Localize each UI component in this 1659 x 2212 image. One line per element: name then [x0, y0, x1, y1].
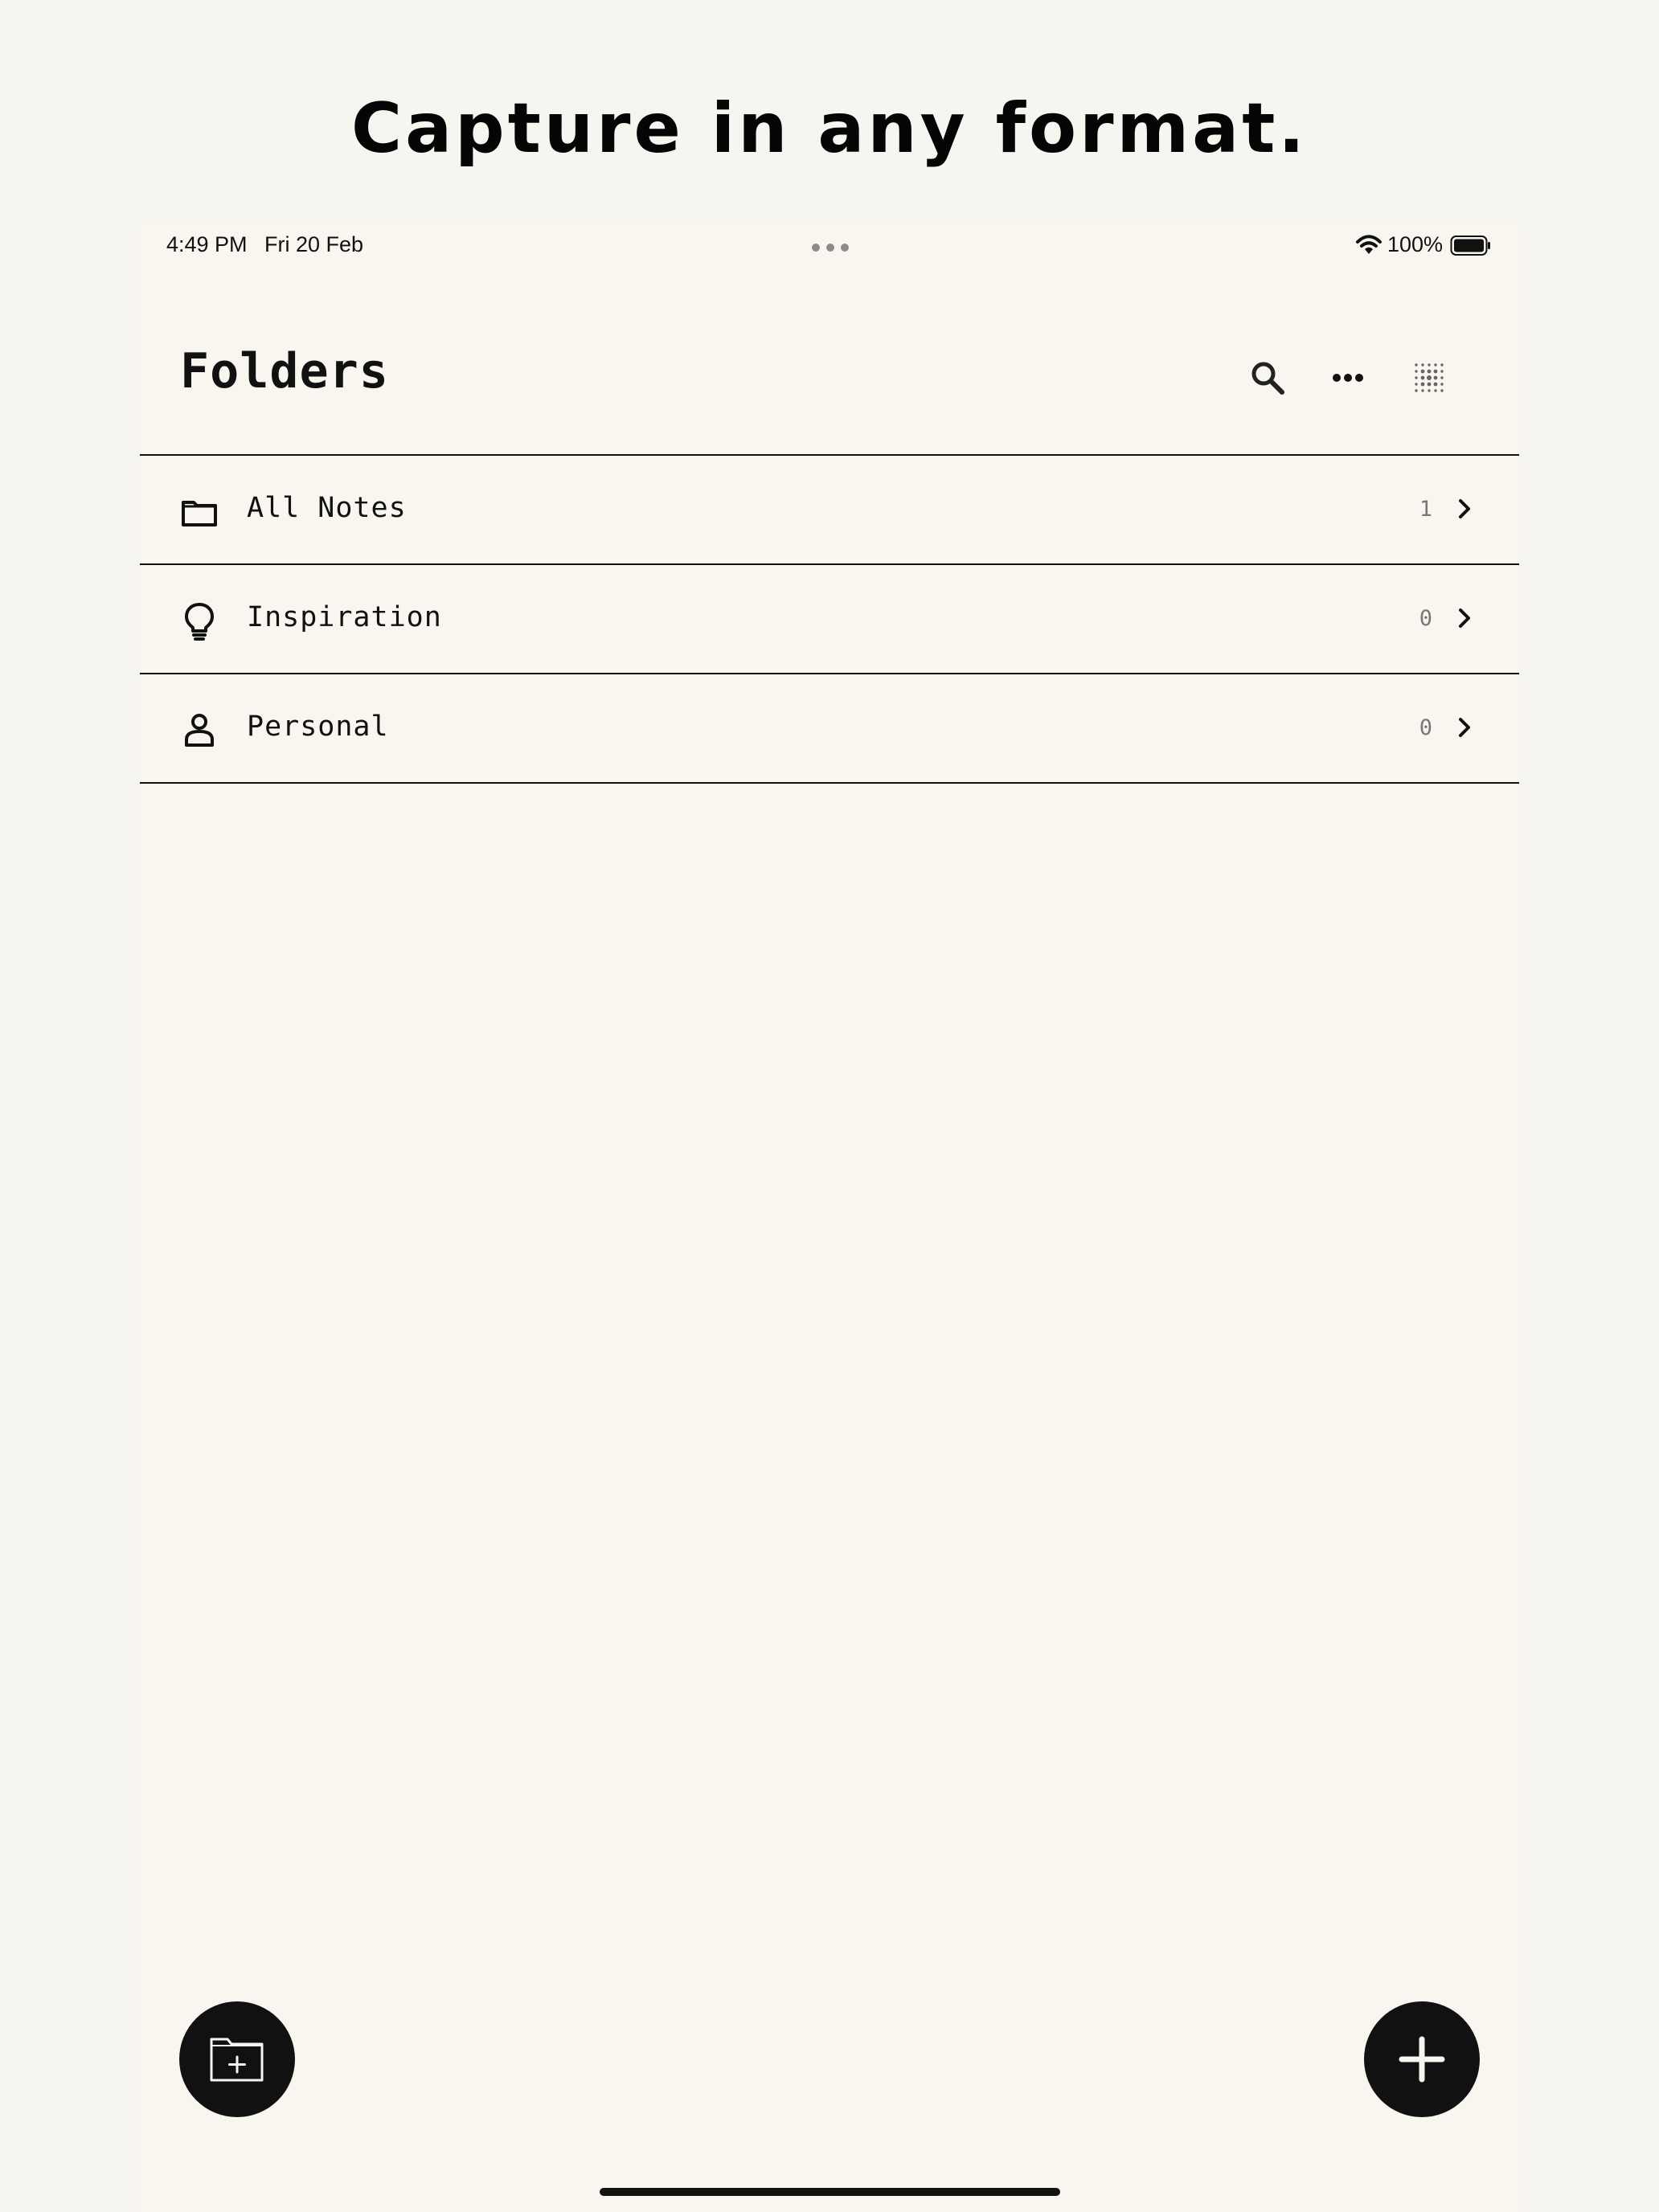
battery-icon [1450, 236, 1490, 256]
folder-count: 0 [1419, 606, 1432, 631]
folder-label: Inspiration [247, 601, 442, 633]
new-note-button[interactable] [1364, 2001, 1480, 2117]
folder-icon [182, 501, 217, 526]
chevron-right-icon [1459, 499, 1470, 518]
search-button[interactable] [1239, 349, 1296, 407]
layout-grid-button[interactable] [1400, 349, 1458, 407]
plus-icon [1399, 2036, 1445, 2083]
lightbulb-icon [185, 603, 214, 641]
folder-count: 1 [1419, 497, 1432, 522]
list-bottom-divider [140, 782, 1519, 784]
search-icon [1251, 362, 1284, 395]
folder-row-inspiration[interactable]: Inspiration 0 [140, 564, 1519, 672]
home-indicator[interactable] [600, 2188, 1060, 2196]
status-time: 4:49 PM [166, 232, 248, 256]
ipad-screen: 4:49 PM Fri 20 Feb 100% Folders All Note… [140, 222, 1519, 2212]
multitask-dots-icon[interactable] [812, 244, 850, 252]
ellipsis-icon [1333, 374, 1363, 382]
folder-row-all-notes[interactable]: All Notes 1 [140, 455, 1519, 563]
status-bar: 4:49 PM Fri 20 Feb 100% [140, 222, 1519, 270]
folder-plus-icon [210, 2038, 264, 2082]
folder-label: All Notes [247, 492, 407, 524]
chevron-right-icon [1459, 608, 1470, 628]
folder-count: 0 [1419, 715, 1432, 740]
folder-row-personal[interactable]: Personal 0 [140, 674, 1519, 781]
new-folder-button[interactable] [179, 2001, 295, 2117]
page-title: Folders [180, 343, 389, 399]
chevron-right-icon [1459, 718, 1470, 737]
promo-headline: Capture in any format. [351, 88, 1308, 169]
person-icon [185, 714, 214, 747]
dot-grid-icon [1415, 363, 1444, 392]
folder-label: Personal [247, 711, 389, 743]
battery-percent: 100% [1387, 232, 1444, 256]
wifi-icon [1356, 235, 1382, 254]
more-options-button[interactable] [1319, 349, 1377, 407]
status-date: Fri 20 Feb [264, 232, 364, 256]
